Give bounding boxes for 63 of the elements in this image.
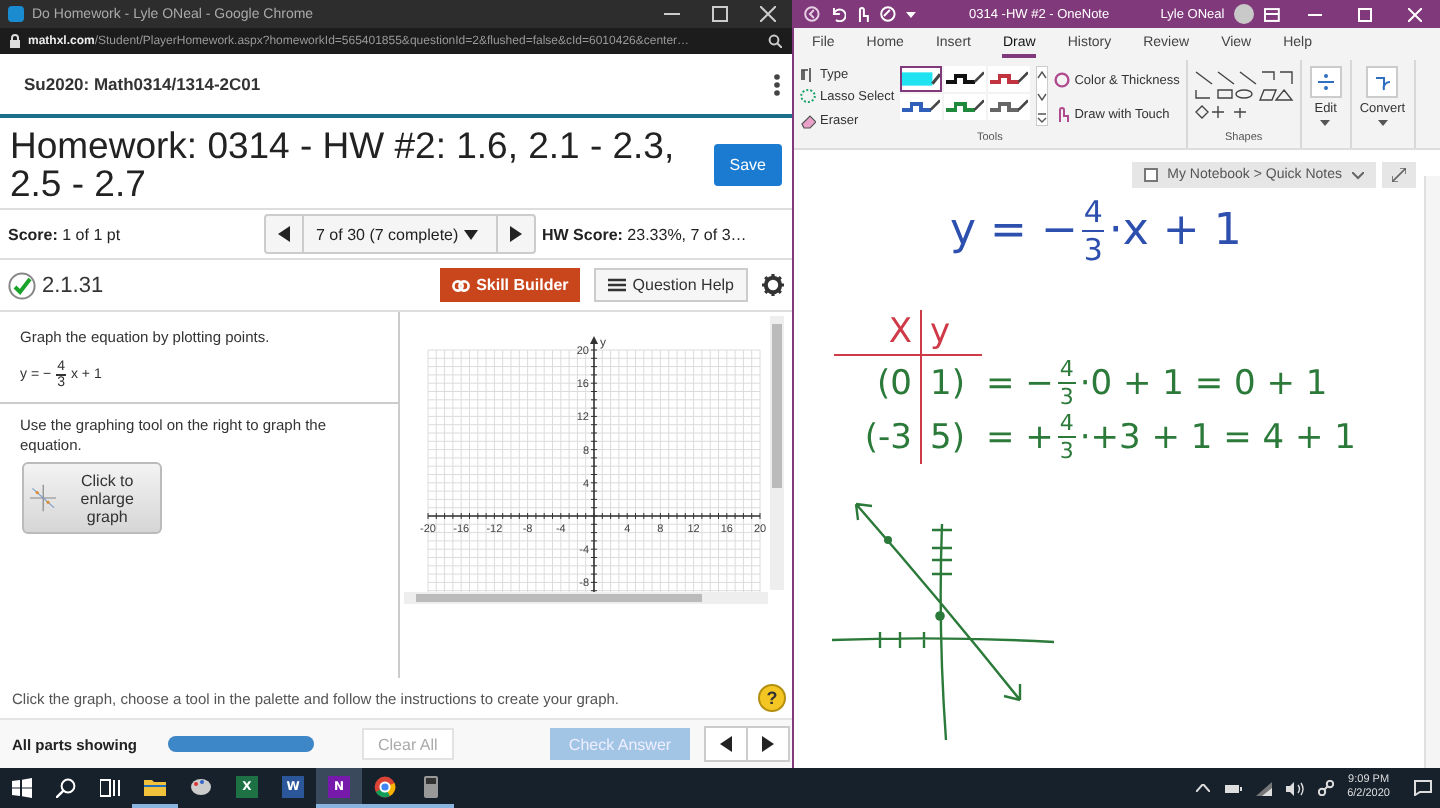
palette-icon	[190, 775, 212, 797]
dropdown-caret-icon	[464, 229, 479, 239]
divide-icon	[1317, 74, 1334, 90]
fraction-denominator: 3	[1083, 232, 1103, 268]
save-button[interactable]: Save	[713, 143, 782, 185]
shape-convert-icon	[1373, 73, 1392, 91]
handwritten-header: y	[922, 310, 982, 356]
color-option-icon	[1054, 72, 1071, 90]
enlarge-graph-button[interactable]: Click to enlarge graph	[22, 462, 162, 534]
network-icon[interactable]	[1317, 780, 1334, 796]
lasso-tool-icon	[800, 88, 816, 107]
volume-icon[interactable]	[1285, 781, 1304, 795]
fraction-denominator: 3	[1059, 384, 1074, 410]
course-name: Su2020: Math0314/1314-2C01	[24, 74, 261, 94]
touch-option-icon	[1054, 106, 1071, 124]
fraction-numerator: 4	[1057, 356, 1076, 384]
ribbon-display-icon[interactable]	[1264, 7, 1280, 21]
more-options-icon[interactable]	[774, 73, 780, 95]
next-icon[interactable]	[510, 226, 522, 242]
page-icon	[1143, 168, 1158, 182]
touch-mode-icon[interactable]	[855, 6, 870, 22]
question-help-button[interactable]: Question Help	[594, 268, 748, 302]
fraction-denominator: 3	[1059, 438, 1074, 464]
previous-icon[interactable]	[278, 226, 290, 242]
score-text: Score: 1 of 1 pt	[8, 225, 123, 243]
favicon-icon	[8, 6, 24, 22]
customize-caret-icon[interactable]	[905, 11, 916, 17]
chrome-icon	[374, 775, 396, 797]
type-tool-icon	[800, 66, 816, 85]
settings-icon[interactable]	[762, 274, 784, 296]
undo-icon[interactable]	[829, 6, 846, 22]
link-icon	[452, 277, 471, 293]
calculator-icon	[420, 775, 442, 797]
back-icon[interactable]	[804, 6, 820, 22]
zoom-icon[interactable]	[768, 34, 782, 48]
handwritten-value: 5)	[928, 415, 967, 461]
expand-icon[interactable]	[1392, 168, 1406, 182]
folder-icon	[144, 775, 166, 797]
notification-icon[interactable]	[1414, 780, 1432, 796]
avatar	[1234, 4, 1255, 24]
gallery-scroll-icon[interactable]	[1036, 66, 1049, 126]
handwritten-value: (-3	[834, 410, 922, 464]
skill-builder-button[interactable]: Skill Builder	[440, 268, 581, 302]
question-number: 2.1.31	[42, 273, 106, 297]
fraction-numerator: 4	[1081, 194, 1105, 232]
chevron-up-icon[interactable]	[1195, 784, 1210, 792]
caret-icon	[1377, 120, 1388, 126]
hw-score-text: HW Score: 23.33%, 7 of 3…	[542, 225, 747, 243]
homework-title: Homework: 0314 - HW #2: 1.6, 2.1 - 2.3, 2.5 - 2.7	[10, 126, 677, 202]
help-button[interactable]: ?	[758, 684, 786, 712]
handwritten-value: (0	[834, 356, 922, 410]
list-icon	[608, 278, 627, 292]
shapes-gallery-drawing[interactable]	[1193, 68, 1294, 122]
handwritten-value: 1)	[928, 361, 967, 407]
eraser-tool-icon	[800, 111, 816, 130]
chevron-down-icon	[1352, 171, 1364, 179]
caret-icon	[1320, 120, 1331, 126]
pen-mode-icon[interactable]	[879, 6, 896, 22]
handwritten-header: X	[834, 310, 922, 356]
wifi-icon[interactable]	[1255, 781, 1272, 795]
lock-icon	[10, 34, 20, 48]
battery-icon[interactable]	[1223, 783, 1242, 793]
fraction-numerator: 4	[1057, 410, 1076, 438]
